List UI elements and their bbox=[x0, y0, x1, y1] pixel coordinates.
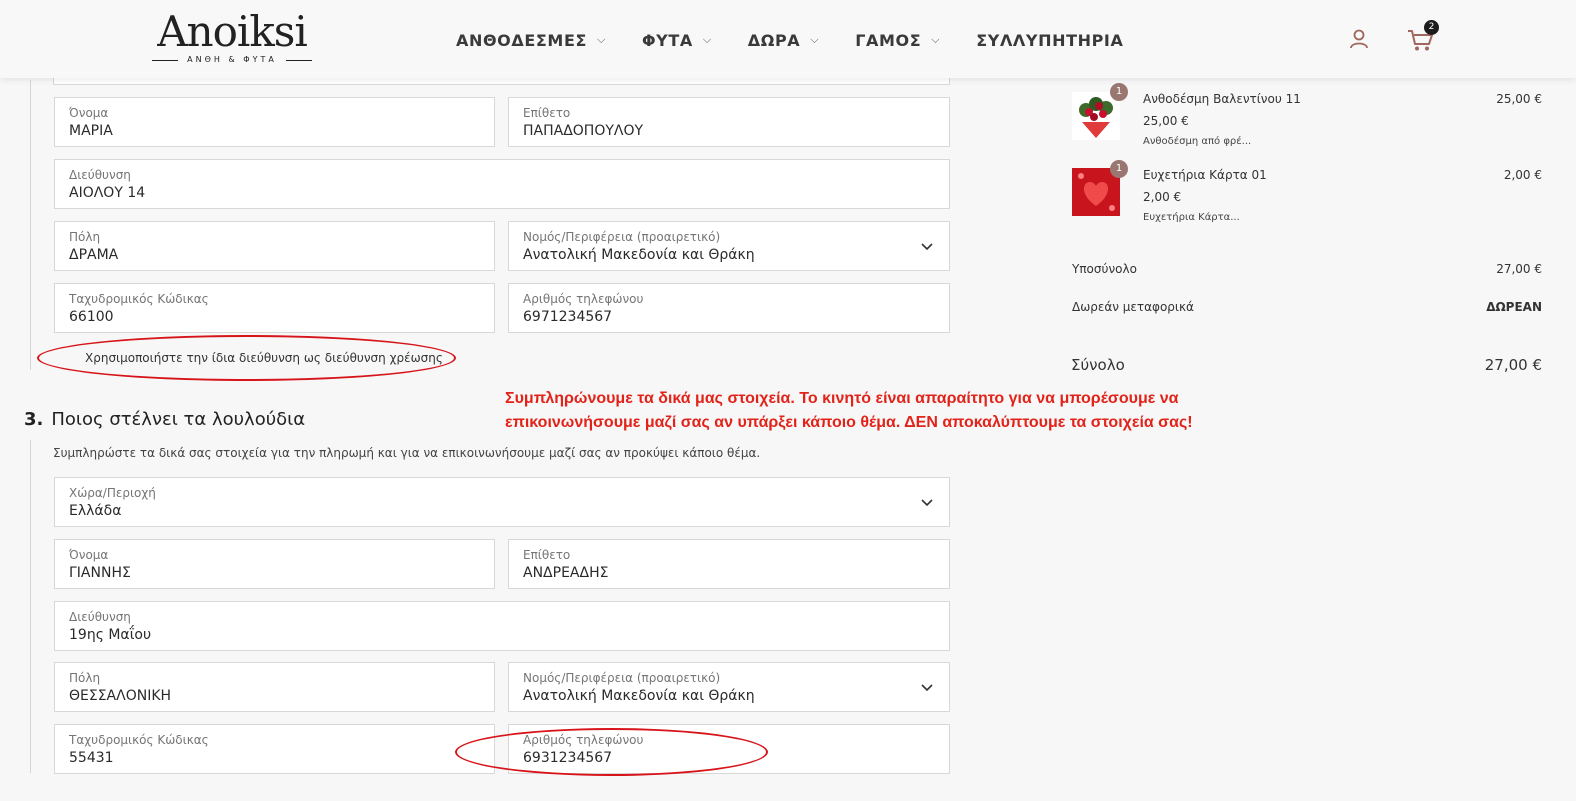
highlight-oval bbox=[37, 335, 456, 381]
field-label: Ταχυδρομικός Κώδικας bbox=[69, 292, 209, 306]
shipping-address-field[interactable]: Διεύθυνση ΑΙΟΛΟΥ 14 bbox=[54, 159, 950, 209]
cart-count-badge: 2 bbox=[1424, 20, 1439, 35]
section-title: 3. Ποιος στέλνει τα λουλούδια bbox=[24, 409, 305, 430]
field-value: 19ης Μαΐου bbox=[69, 627, 152, 643]
nav-item-label: ΓΑΜΟΣ bbox=[855, 30, 922, 50]
field-value: ΓΙΑΝΝΗΣ bbox=[69, 565, 131, 581]
sender-city-field[interactable]: Πόλη ΘΕΣΣΑΛΟΝΙΚΗ bbox=[54, 662, 495, 712]
field-label: Πόλη bbox=[69, 230, 101, 244]
field-label: Ταχυδρομικός Κώδικας bbox=[69, 733, 209, 747]
nav-item-gifts[interactable]: ΔΩΡΑ ⌵ bbox=[748, 30, 819, 50]
field-value: Ανατολική Μακεδονία και Θράκη bbox=[523, 247, 755, 263]
product-description: Ανθοδέσμη από φρέ... bbox=[1143, 136, 1252, 147]
field-value: Ελλάδα bbox=[69, 503, 122, 519]
product-name: Ευχετήρια Κάρτα 01 bbox=[1143, 168, 1267, 182]
field-value: ΠΑΠΑΔΟΠΟΥΛΟΥ bbox=[523, 123, 644, 139]
field-value: 55431 bbox=[69, 750, 114, 766]
field-value: ΘΕΣΣΑΛΟΝΙΚΗ bbox=[69, 688, 172, 704]
shipping-last-name-field[interactable]: Επίθετο ΠΑΠΑΔΟΠΟΥΛΟΥ bbox=[508, 97, 950, 147]
product-description: Ευχετήρια Κάρτα... bbox=[1143, 212, 1240, 223]
chevron-down-icon: ⌵ bbox=[702, 33, 712, 46]
chevron-down-icon bbox=[921, 243, 933, 251]
nav-item-plants[interactable]: ΦΥΤΑ ⌵ bbox=[642, 30, 712, 50]
annotation-line: Συμπληρώνουμε τα δικά μας στοιχεία. Το κ… bbox=[505, 390, 1179, 407]
sender-address-field[interactable]: Διεύθυνση 19ης Μαΐου bbox=[54, 601, 950, 651]
section-divider bbox=[30, 440, 31, 773]
shipping-first-name-field[interactable]: Όνομα ΜΑΡΙΑ bbox=[54, 97, 495, 147]
shipping-city-field[interactable]: Πόλη ΔΡΑΜΑ bbox=[54, 221, 495, 271]
quantity-badge: 1 bbox=[1110, 160, 1128, 178]
site-header: Anoiksi ΑΝΘΗ & ΦΥΤΑ ΑΝΘΟΔΕΣΜΕΣ ⌵ ΦΥΤΑ ⌵ … bbox=[0, 0, 1576, 78]
field-label: Αριθμός τηλεφώνου bbox=[523, 292, 644, 306]
chevron-down-icon: ⌵ bbox=[810, 33, 820, 46]
field-value: ΜΑΡΙΑ bbox=[69, 123, 113, 139]
shipping-postcode-field[interactable]: Ταχυδρομικός Κώδικας 66100 bbox=[54, 283, 495, 333]
field-label: Όνομα bbox=[69, 548, 109, 562]
field-label: Νομός/Περιφέρεια (προαιρετικό) bbox=[523, 230, 721, 244]
field-label: Νομός/Περιφέρεια (προαιρετικό) bbox=[523, 671, 721, 685]
field-label: Χώρα/Περιοχή bbox=[69, 486, 156, 500]
nav-item-label: ΑΝΘΟΔΕΣΜΕΣ bbox=[456, 30, 587, 50]
sender-first-name-field[interactable]: Όνομα ΓΙΑΝΝΗΣ bbox=[54, 539, 495, 589]
product-name: Ανθοδέσμη Βαλεντίνου 11 bbox=[1143, 92, 1301, 106]
nav-item-label: ΦΥΤΑ bbox=[641, 30, 693, 50]
shipping-label: Δωρεάν μεταφορικά bbox=[1072, 300, 1194, 314]
shipping-phone-field[interactable]: Αριθμός τηλεφώνου 6971234567 bbox=[508, 283, 950, 333]
field-value: ΔΡΑΜΑ bbox=[69, 247, 119, 263]
field-label: Επίθετο bbox=[523, 548, 571, 562]
annotation-note: Συμπληρώνουμε τα δικά μας στοιχεία. Το κ… bbox=[505, 387, 1335, 435]
total-label: Σύνολο bbox=[1071, 356, 1125, 374]
sender-postcode-field[interactable]: Ταχυδρομικός Κώδικας 55431 bbox=[54, 724, 495, 774]
section-description: Συμπληρώστε τα δικά σας στοιχεία για την… bbox=[53, 446, 761, 460]
user-icon[interactable] bbox=[1348, 28, 1370, 50]
highlight-oval bbox=[455, 728, 768, 776]
chevron-down-icon: ⌵ bbox=[597, 33, 606, 46]
chevron-down-icon bbox=[921, 684, 933, 692]
section-divider bbox=[30, 80, 31, 370]
logo-wordmark: Anoiksi bbox=[157, 7, 308, 56]
nav-item-condolences[interactable]: ΣΥΛΛΥΠΗΤΗΡΙΑ bbox=[976, 30, 1123, 50]
product-line-total: 25,00 € bbox=[1496, 92, 1542, 106]
field-value: 6971234567 bbox=[523, 309, 613, 325]
field-value: Ανατολική Μακεδονία και Θράκη bbox=[523, 688, 755, 704]
nav-item-label: ΔΩΡΑ bbox=[747, 30, 801, 50]
step-number: 3. bbox=[24, 409, 44, 430]
sender-region-select[interactable]: Νομός/Περιφέρεια (προαιρετικό) Ανατολική… bbox=[508, 662, 950, 712]
sender-last-name-field[interactable]: Επίθετο ΑΝΔΡΕΑΔΗΣ bbox=[508, 539, 950, 589]
shipping-region-select[interactable]: Νομός/Περιφέρεια (προαιρετικό) Ανατολική… bbox=[508, 221, 950, 271]
section-title-text: Ποιος στέλνει τα λουλούδια bbox=[51, 409, 306, 430]
field-value: 66100 bbox=[69, 309, 114, 325]
nav-item-wedding[interactable]: ΓΑΜΟΣ ⌵ bbox=[855, 30, 940, 50]
field-label: Διεύθυνση bbox=[69, 168, 131, 182]
annotation-line: επικοινωνήσουμε μαζί σας αν υπάρξει κάπο… bbox=[505, 414, 1193, 431]
nav-item-label: ΣΥΛΛΥΠΗΤΗΡΙΑ bbox=[976, 30, 1124, 50]
field-label: Διεύθυνση bbox=[69, 610, 131, 624]
field-value: ΑΙΟΛΟΥ 14 bbox=[69, 185, 146, 201]
field-label: Όνομα bbox=[69, 106, 109, 120]
field-label: Πόλη bbox=[69, 671, 101, 685]
chevron-down-icon bbox=[921, 499, 933, 507]
field-value: ΑΝΔΡΕΑΔΗΣ bbox=[523, 565, 609, 581]
product-line-total: 2,00 € bbox=[1503, 168, 1542, 182]
product-unit-price: 25,00 € bbox=[1143, 114, 1189, 128]
main-nav: ΑΝΘΟΔΕΣΜΕΣ ⌵ ΦΥΤΑ ⌵ ΔΩΡΑ ⌵ ΓΑΜΟΣ ⌵ ΣΥΛΛΥ… bbox=[456, 30, 1123, 50]
logo-divider bbox=[286, 60, 312, 61]
field-label: Επίθετο bbox=[523, 106, 571, 120]
subtotal-label: Υποσύνολο bbox=[1072, 262, 1137, 276]
site-logo[interactable]: Anoiksi ΑΝΘΗ & ΦΥΤΑ bbox=[148, 8, 316, 68]
product-unit-price: 2,00 € bbox=[1143, 190, 1182, 204]
total-value: 27,00 € bbox=[1484, 356, 1542, 374]
shipping-value: ΔΩΡΕΑΝ bbox=[1486, 300, 1542, 314]
subtotal-value: 27,00 € bbox=[1496, 262, 1542, 276]
chevron-down-icon: ⌵ bbox=[931, 33, 941, 46]
quantity-badge: 1 bbox=[1110, 83, 1128, 101]
sender-country-select[interactable]: Χώρα/Περιοχή Ελλάδα bbox=[54, 477, 950, 527]
nav-item-bouquets[interactable]: ΑΝΘΟΔΕΣΜΕΣ ⌵ bbox=[456, 30, 606, 50]
